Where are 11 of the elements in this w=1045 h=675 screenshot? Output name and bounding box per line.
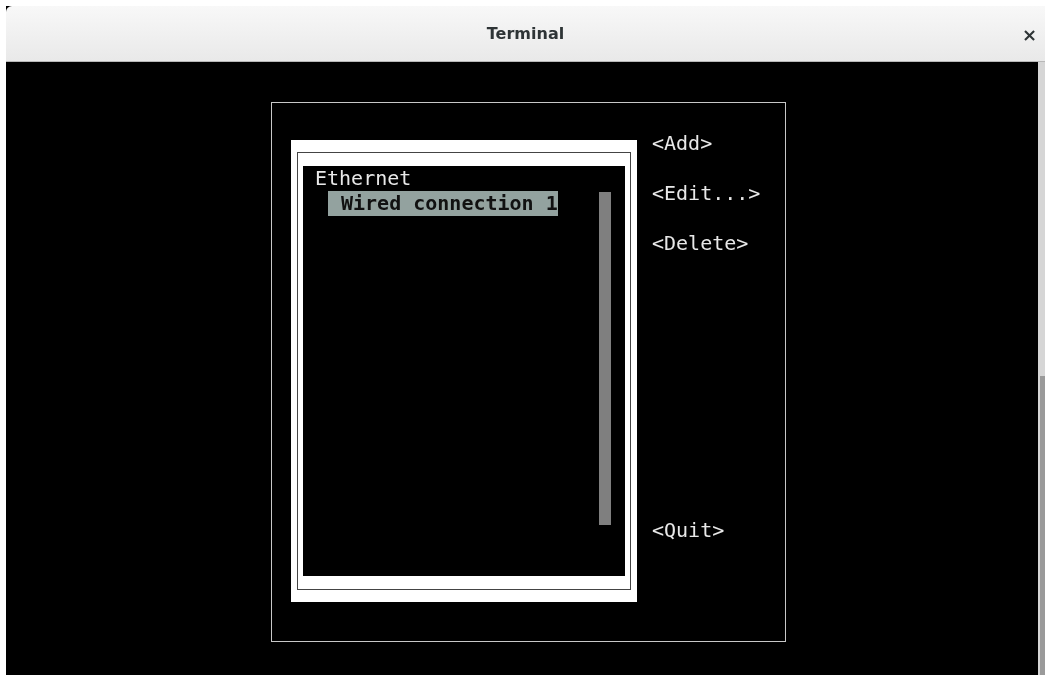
list-item[interactable]: Ethernet bbox=[315, 166, 412, 191]
menu-button[interactable]: <Delete> bbox=[652, 231, 761, 256]
menu-button[interactable]: <Add> bbox=[652, 131, 761, 156]
window-title: Terminal bbox=[486, 24, 565, 43]
list-item[interactable]: Wired connection 1 bbox=[328, 191, 558, 216]
menu-button[interactable]: <Edit...> bbox=[652, 181, 761, 206]
scrollbar-thumb[interactable] bbox=[599, 192, 611, 525]
close-button[interactable]: × bbox=[1017, 24, 1041, 45]
scrollbar-thumb[interactable] bbox=[1040, 376, 1045, 675]
window-scrollbar[interactable] bbox=[1038, 62, 1045, 675]
menu-button[interactable]: <Quit> bbox=[652, 518, 761, 543]
